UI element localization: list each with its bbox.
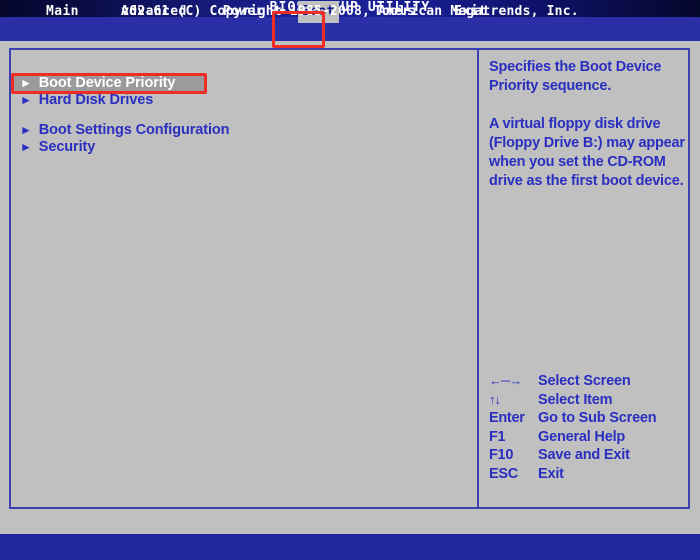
legend-label: Select Item xyxy=(538,391,613,408)
legend-label: Go to Sub Screen xyxy=(538,410,657,426)
caret-right-icon: ► xyxy=(20,75,32,90)
menu-item-label: Security xyxy=(38,138,96,155)
legend-key: Enter xyxy=(489,410,525,426)
left-right-arrow-icon: ←─→ xyxy=(489,373,522,388)
legend-key: F10 xyxy=(489,447,514,463)
legend-row-f10: F10 Save and Exit xyxy=(489,447,689,466)
menu-item-label: Boot Device Priority xyxy=(38,74,176,91)
legend-key: ESC xyxy=(489,465,518,482)
menu-item-hard-disk-drives[interactable]: ► Hard Disk Drives xyxy=(14,91,469,108)
menu-item-boot-settings-configuration[interactable]: ► Boot Settings Configuration xyxy=(14,121,469,138)
menu-item-label: Hard Disk Drives xyxy=(38,91,154,108)
legend-row-esc: ESC Exit xyxy=(489,466,689,485)
menu-item-label: Boot Settings Configuration xyxy=(38,121,230,138)
copyright-text: v02.61 (C) Copyright 1985-2008, American… xyxy=(121,4,579,19)
menu-item-security[interactable]: ► Security xyxy=(14,138,469,155)
boot-menu-list: ► Boot Device Priority ► Hard Disk Drive… xyxy=(14,74,469,155)
caret-right-icon: ► xyxy=(20,122,32,137)
legend-row-select-screen: ←─→ Select Screen xyxy=(489,373,689,392)
legend-row-enter: Enter Go to Sub Screen xyxy=(489,410,689,429)
legend-row-f1: F1 General Help xyxy=(489,429,689,448)
help-panel: Specifies the Boot Device Priority seque… xyxy=(489,58,685,191)
footer-bar xyxy=(0,534,700,560)
legend-row-select-item: ↑↓ Select Item xyxy=(489,392,689,411)
menu-separator xyxy=(14,108,469,121)
panel-divider xyxy=(477,48,479,509)
legend-label: General Help xyxy=(538,428,626,445)
menu-item-boot-device-priority[interactable]: ► Boot Device Priority xyxy=(14,74,205,91)
legend-label: Select Screen xyxy=(538,373,631,389)
help-paragraph: A virtual floppy disk drive (Floppy Driv… xyxy=(489,116,685,189)
caret-right-icon: ► xyxy=(20,92,32,107)
legend-label: Exit xyxy=(538,465,564,482)
key-legend: ←─→ Select Screen ↑↓ Select Item Enter G… xyxy=(489,373,689,484)
help-paragraph: Specifies the Boot Device Priority seque… xyxy=(489,59,662,94)
bios-setup-screen: BIOS SETUP UTILITY Main Advanced Power B… xyxy=(0,0,700,560)
legend-label: Save and Exit xyxy=(538,447,630,463)
up-down-arrow-icon: ↑↓ xyxy=(489,391,501,407)
caret-right-icon: ► xyxy=(20,139,32,154)
legend-key: F1 xyxy=(489,428,506,445)
